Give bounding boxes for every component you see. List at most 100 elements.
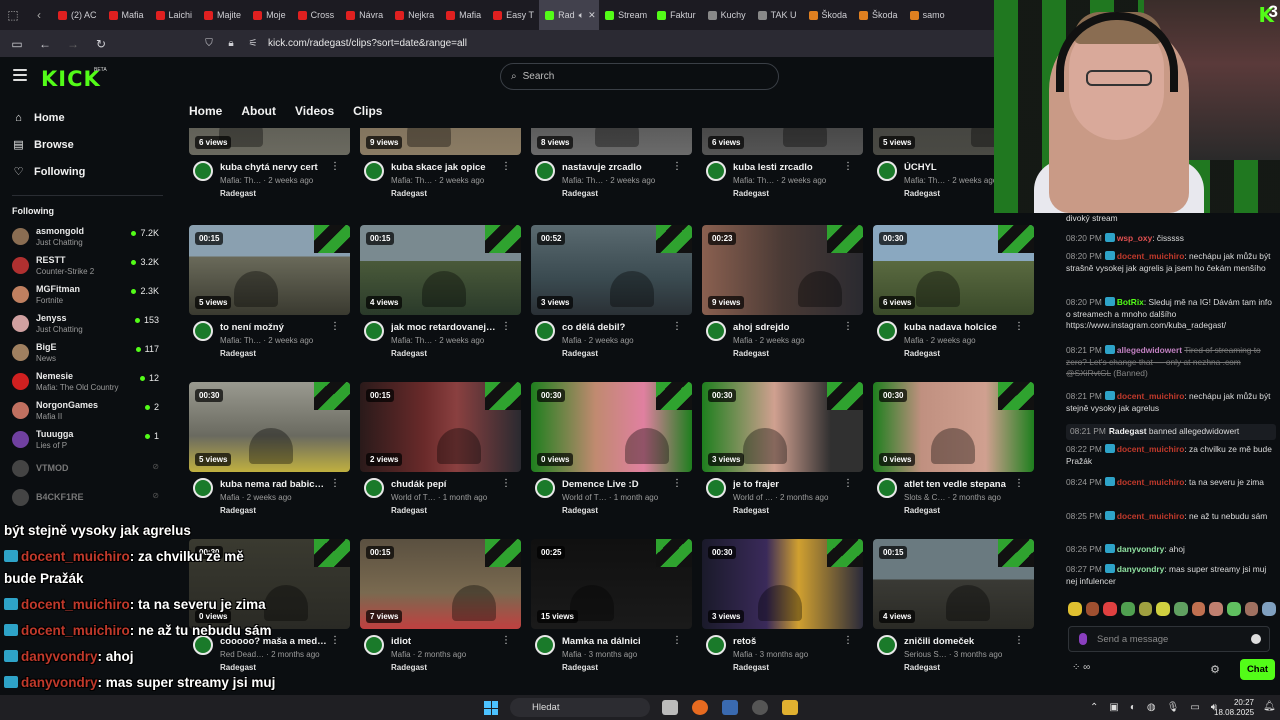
windows-start-icon[interactable] xyxy=(484,701,498,715)
more-options-icon[interactable]: ⋮ xyxy=(330,478,340,489)
clip-card[interactable]: 00:25 15 views Mamka na dálnici Mafia · 3 m… xyxy=(531,539,692,689)
channel-avatar[interactable] xyxy=(535,635,555,655)
clip-card[interactable]: 6 views kuba lesti zrcadlo Mafia: Th… · 2 … xyxy=(702,128,863,215)
clip-thumbnail[interactable]: 00:30 0 views xyxy=(189,539,350,629)
tab-videos[interactable]: Videos xyxy=(295,104,334,118)
sidebar-item-following[interactable]: ♡ Following xyxy=(0,158,175,185)
clip-card[interactable]: 9 views kuba skace jak opice Mafia: Th… · … xyxy=(360,128,521,215)
clip-title[interactable]: retoš xyxy=(733,636,851,647)
browser-tab[interactable]: Rad 🔈︎ ✕ xyxy=(539,0,600,30)
channel-avatar[interactable] xyxy=(193,321,213,341)
clip-title[interactable]: Mamka na dálnici xyxy=(562,636,680,647)
clip-thumbnail[interactable]: 00:15 2 views xyxy=(360,382,521,472)
channel-avatar[interactable] xyxy=(364,321,384,341)
emoji-icon[interactable] xyxy=(1251,634,1261,644)
clip-card[interactable]: 00:15 4 views zničili domeček Serious S… · … xyxy=(873,539,1034,689)
clip-thumbnail[interactable]: 9 views xyxy=(360,128,521,155)
tray-app-icon[interactable]: ▣ xyxy=(1109,702,1118,713)
emote-icon[interactable] xyxy=(1262,602,1277,616)
clip-title[interactable]: to není možný xyxy=(220,322,338,333)
browser-tab[interactable]: Majite xyxy=(198,0,247,30)
browser-tab[interactable]: Škoda xyxy=(853,0,904,30)
clip-title[interactable]: kuba nadava holcice xyxy=(904,322,1022,333)
browser-tab[interactable]: Faktur xyxy=(651,0,702,30)
task-view-icon[interactable] xyxy=(662,700,678,715)
more-options-icon[interactable]: ⋮ xyxy=(843,321,853,332)
extensions-icon[interactable]: ⁘ ∞ xyxy=(1072,662,1090,673)
clip-channel[interactable]: Radegast xyxy=(904,506,940,515)
channel-avatar[interactable] xyxy=(535,478,555,498)
channel-avatar[interactable] xyxy=(364,161,384,181)
clip-channel[interactable]: Radegast xyxy=(904,663,940,672)
clip-title[interactable]: co dělá debil? xyxy=(562,322,680,333)
message-username[interactable]: BotRix xyxy=(1117,297,1144,307)
clip-channel[interactable]: Radegast xyxy=(391,506,427,515)
notifications-icon[interactable]: 🔔︎ xyxy=(1263,701,1276,712)
clip-thumbnail[interactable]: 8 views xyxy=(531,128,692,155)
clip-channel[interactable]: Radegast xyxy=(904,349,940,358)
clip-thumbnail[interactable]: 00:30 5 views xyxy=(189,382,350,472)
forward-button[interactable]: → xyxy=(66,37,80,51)
clip-thumbnail[interactable]: 00:15 7 views xyxy=(360,539,521,629)
clip-title[interactable]: idiot xyxy=(391,636,509,647)
more-options-icon[interactable]: ⋮ xyxy=(1014,635,1024,646)
clip-title[interactable]: zničili domeček xyxy=(904,636,1022,647)
channel-avatar[interactable] xyxy=(877,161,897,181)
sidebar-item-browse[interactable]: ▤ Browse xyxy=(0,131,175,158)
clip-channel[interactable]: Radegast xyxy=(562,506,598,515)
emote-icon[interactable] xyxy=(1191,602,1206,616)
message-username[interactable]: docent_muichiro xyxy=(1117,251,1184,261)
tab-clips[interactable]: Clips xyxy=(353,104,382,118)
followed-channel[interactable]: RESTT Counter-Strike 2 3.2K xyxy=(0,251,175,280)
clip-card[interactable]: 8 views nastavuje zrcadlo Mafia: Th… · 2 w… xyxy=(531,128,692,215)
clip-channel[interactable]: Radegast xyxy=(904,189,940,198)
gear-icon[interactable]: ⚙ xyxy=(1210,663,1220,676)
clip-title[interactable]: kuba nema rad babic… xyxy=(220,479,338,490)
menu-icon[interactable] xyxy=(13,69,27,81)
clip-channel[interactable]: Radegast xyxy=(733,506,769,515)
clip-card[interactable]: 00:30 0 views Demence Live :D World of T… ·… xyxy=(531,382,692,532)
more-options-icon[interactable]: ⋮ xyxy=(843,161,853,172)
more-options-icon[interactable]: ⋮ xyxy=(330,321,340,332)
more-options-icon[interactable]: ⋮ xyxy=(672,161,682,172)
browser-tab[interactable]: Nejkra xyxy=(389,0,440,30)
channel-avatar[interactable] xyxy=(364,478,384,498)
emote-icon[interactable] xyxy=(1085,602,1100,616)
emote-icon[interactable] xyxy=(1209,602,1224,616)
clip-title[interactable]: kuba skace jak opice xyxy=(391,162,509,173)
more-options-icon[interactable]: ⋮ xyxy=(1014,478,1024,489)
audio-icon[interactable]: 🔈︎ xyxy=(579,10,584,21)
more-options-icon[interactable]: ⋮ xyxy=(330,161,340,172)
clip-channel[interactable]: Radegast xyxy=(733,349,769,358)
clip-card[interactable]: 00:30 3 views retoš Mafia · 3 months ago Rad… xyxy=(702,539,863,689)
browser-tab[interactable]: Moje xyxy=(247,0,292,30)
followed-channel[interactable]: MGFitman Fortnite 2.3K xyxy=(0,280,175,309)
browser-tab[interactable]: Stream xyxy=(599,0,651,30)
message-username[interactable]: docent_muichiro xyxy=(1117,477,1184,487)
browser-tab[interactable]: Škoda xyxy=(803,0,854,30)
clip-card[interactable]: 00:30 3 views je to frajer World of … · 2 m… xyxy=(702,382,863,532)
browser-tab[interactable]: samo xyxy=(904,0,951,30)
channel-avatar[interactable] xyxy=(706,321,726,341)
firefox-icon[interactable] xyxy=(692,700,708,715)
emote-icon[interactable] xyxy=(1227,602,1241,616)
microphone-icon[interactable]: 🎙︎ xyxy=(1167,702,1180,713)
message-username[interactable]: Radegast xyxy=(1109,426,1147,436)
chat-input[interactable]: Send a message xyxy=(1068,626,1270,652)
sidebar-toggle-icon[interactable]: ▭ xyxy=(10,37,24,51)
clip-thumbnail[interactable]: 00:15 4 views xyxy=(873,539,1034,629)
clip-thumbnail[interactable]: 6 views xyxy=(189,128,350,155)
browser-tab[interactable]: Kuchy xyxy=(702,0,752,30)
browser-tab[interactable]: Návra xyxy=(340,0,389,30)
browser-tab[interactable]: TAK U xyxy=(752,0,803,30)
kick-logo[interactable]: KICK xyxy=(41,67,101,91)
tab-home[interactable]: Home xyxy=(189,104,222,118)
file-explorer-icon[interactable] xyxy=(782,700,798,715)
more-options-icon[interactable]: ⋮ xyxy=(672,635,682,646)
more-options-icon[interactable]: ⋮ xyxy=(501,478,511,489)
tab-about[interactable]: About xyxy=(241,104,276,118)
tab-scroll-left-icon[interactable]: ‹ xyxy=(26,8,52,22)
taskbar-search[interactable]: Hledat xyxy=(510,698,650,717)
clip-channel[interactable]: Radegast xyxy=(562,189,598,198)
more-options-icon[interactable]: ⋮ xyxy=(843,635,853,646)
